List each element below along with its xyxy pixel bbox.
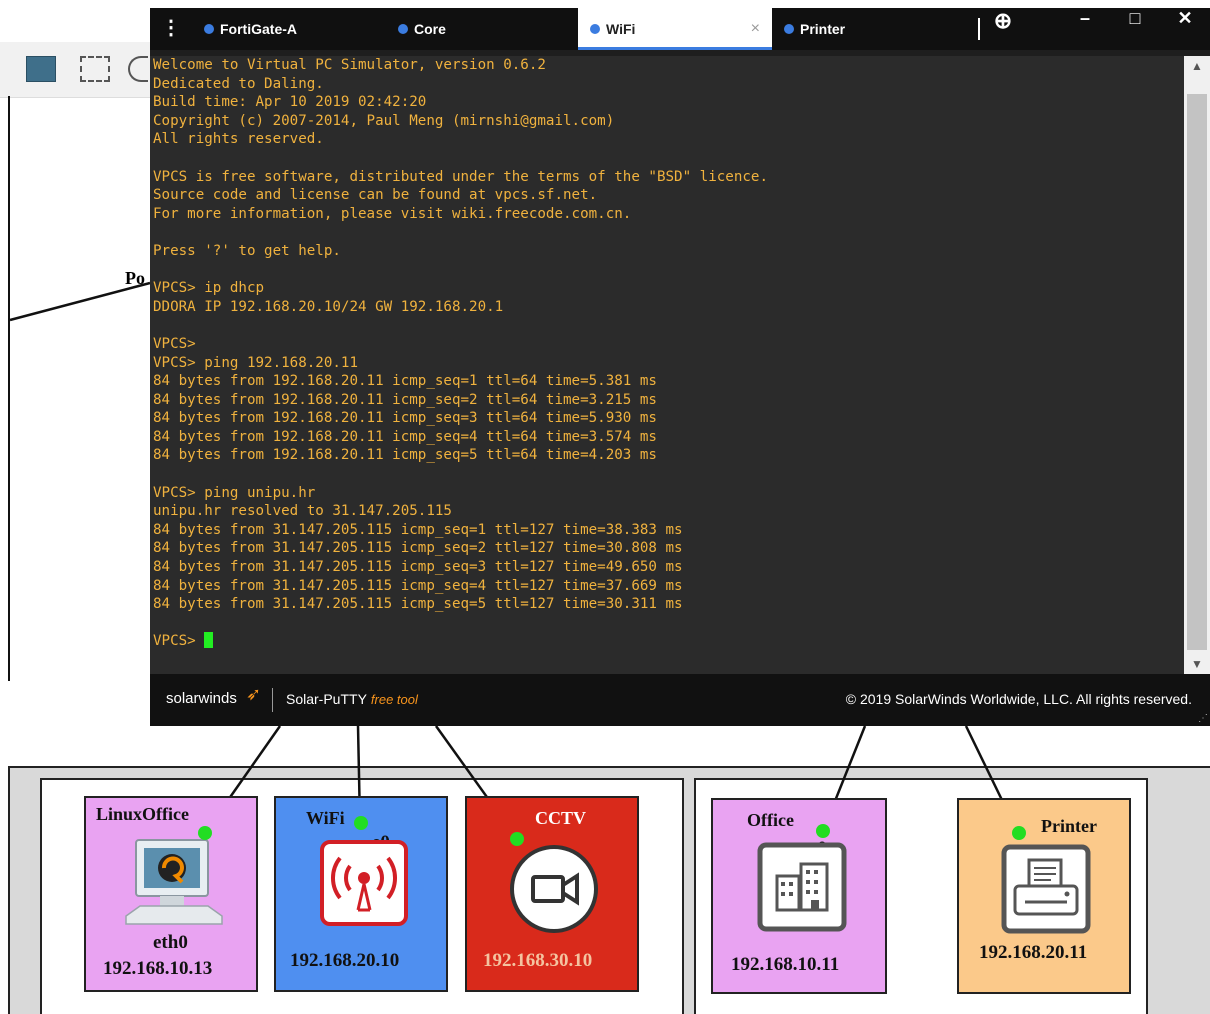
tab-label: Printer <box>800 21 846 37</box>
app-tag: free tool <box>370 692 418 707</box>
session-status-icon <box>590 24 600 34</box>
terminal-line: VPCS> ping 192.168.20.11 <box>153 354 358 371</box>
printer-icon <box>1001 844 1091 934</box>
partial-node-label: Po <box>125 268 145 288</box>
close-window-button[interactable]: ✕ <box>1162 8 1208 50</box>
terminal-line: unipu.hr resolved to 31.147.205.115 <box>153 503 452 520</box>
terminal-line: For more information, please visit wiki.… <box>153 205 632 222</box>
node-linuxoffice[interactable]: LinuxOffice eth0 192.168.10.13 <box>84 796 258 992</box>
node-name: Printer <box>1041 816 1097 836</box>
terminal-line: Welcome to Virtual PC Simulator, version… <box>153 57 546 73</box>
terminal-line: 84 bytes from 31.147.205.115 icmp_seq=1 … <box>153 521 683 538</box>
node-ip: 192.168.10.13 <box>103 958 213 979</box>
tab-printer[interactable]: Printer <box>784 8 964 50</box>
terminal-line: VPCS> ping unipu.hr <box>153 484 316 501</box>
terminal-prompt-line[interactable]: VPCS> <box>150 632 1184 651</box>
office-building-icon <box>757 842 847 932</box>
node-name: CCTV <box>535 808 587 828</box>
node-ip: 192.168.20.11 <box>979 942 1088 963</box>
maximize-button[interactable]: □ <box>1112 8 1158 50</box>
tab-wifi[interactable]: WiFi × <box>578 8 772 50</box>
node-ip: 192.168.30.10 <box>483 950 593 971</box>
node-ip: 192.168.10.11 <box>731 954 840 975</box>
link-status-up <box>198 826 212 840</box>
terminal-line: All rights reserved. <box>153 131 324 148</box>
draw-rectangle-icon[interactable] <box>80 56 110 82</box>
terminal-line: Press '?' to get help. <box>153 242 341 259</box>
camera-icon <box>510 845 598 933</box>
session-status-icon <box>204 24 214 34</box>
port-label: eth0 <box>153 932 188 953</box>
solarwinds-flame-icon: ➶ <box>246 684 262 704</box>
copyright-text: © 2019 SolarWinds Worldwide, LLC. All ri… <box>845 691 1192 707</box>
link-status-up <box>1012 826 1026 840</box>
draw-ellipse-icon[interactable] <box>128 56 148 82</box>
terminal-line: Copyright (c) 2007-2014, Paul Meng (mirn… <box>153 112 615 129</box>
node-office[interactable]: Office e0 192.168.10.11 <box>711 798 887 994</box>
link-status-up <box>354 816 368 830</box>
terminal-line: 84 bytes from 31.147.205.115 icmp_seq=4 … <box>153 577 683 594</box>
status-footer: solarwinds ➶ Solar-PuTTY free tool © 2019… <box>150 674 1210 726</box>
link-status-up <box>816 824 830 838</box>
terminal-line: Dedicated to Daling. <box>153 75 324 92</box>
add-tab-icon[interactable]: ⊕ <box>980 8 1026 50</box>
solar-putty-window[interactable]: ⋮ FortiGate-A Core WiFi × Printer ⊕ – □ … <box>150 8 1210 726</box>
text-cursor <box>204 632 214 649</box>
tab-bar: ⋮ FortiGate-A Core WiFi × Printer ⊕ – □ … <box>150 8 1210 50</box>
footer-divider <box>272 688 273 712</box>
wifi-access-point-icon <box>320 840 408 926</box>
scroll-thumb[interactable] <box>1187 94 1207 650</box>
node-name: LinuxOffice <box>96 804 189 824</box>
node-ip: 192.168.20.10 <box>290 950 400 971</box>
tab-fortigate-a[interactable]: FortiGate-A <box>204 8 384 50</box>
terminal-line: 84 bytes from 192.168.20.11 icmp_seq=4 t… <box>153 428 657 445</box>
solarwinds-logo: solarwinds <box>166 690 237 707</box>
terminal-line: VPCS> ip dhcp <box>153 280 265 297</box>
terminal-scrollbar[interactable]: ▲ ▼ <box>1184 56 1210 674</box>
app-title: Solar-PuTTY free tool <box>286 691 418 707</box>
terminal-prompt: VPCS> <box>153 633 205 650</box>
terminal-line: 84 bytes from 192.168.20.11 icmp_seq=3 t… <box>153 410 657 427</box>
terminal-line: 84 bytes from 31.147.205.115 icmp_seq=5 … <box>153 596 683 613</box>
menu-icon[interactable]: ⋮ <box>158 8 184 50</box>
terminal-line: 84 bytes from 31.147.205.115 icmp_seq=3 … <box>153 559 683 576</box>
tab-core[interactable]: Core <box>398 8 578 50</box>
terminal-line: Build time: Apr 10 2019 02:42:20 <box>153 94 427 111</box>
terminal-line: 84 bytes from 192.168.20.11 icmp_seq=5 t… <box>153 447 657 464</box>
node-name: WiFi <box>306 808 345 828</box>
node-name: Office <box>747 810 794 830</box>
tab-label: FortiGate-A <box>220 21 297 37</box>
computer-icon <box>125 839 223 925</box>
scroll-up-icon[interactable]: ▲ <box>1184 56 1210 76</box>
tab-label: WiFi <box>606 21 636 37</box>
resize-grip-icon[interactable]: ⋰ <box>1198 713 1208 724</box>
tab-label: Core <box>414 21 446 37</box>
terminal-line: Source code and license can be found at … <box>153 187 598 204</box>
app-name: Solar-PuTTY <box>286 691 367 707</box>
terminal-line: VPCS is free software, distributed under… <box>153 168 768 185</box>
scroll-down-icon[interactable]: ▼ <box>1184 654 1210 674</box>
terminal-line: 84 bytes from 31.147.205.115 icmp_seq=2 … <box>153 540 683 557</box>
session-status-icon <box>784 24 794 34</box>
terminal-line: DDORA IP 192.168.20.10/24 GW 192.168.20.… <box>153 298 504 315</box>
minimize-button[interactable]: – <box>1062 8 1108 50</box>
node-printer[interactable]: Printer e0 192.168.20.11 <box>957 798 1131 994</box>
session-status-icon <box>398 24 408 34</box>
link-status-up <box>510 832 524 846</box>
terminal-line: VPCS> <box>153 335 196 352</box>
terminal-line: 84 bytes from 192.168.20.11 icmp_seq=2 t… <box>153 391 657 408</box>
terminal-output[interactable]: Welcome to Virtual PC Simulator, version… <box>150 56 1184 674</box>
insert-picture-icon[interactable] <box>26 56 56 82</box>
topology-link <box>8 96 10 681</box>
terminal-line: 84 bytes from 192.168.20.11 icmp_seq=1 t… <box>153 373 657 390</box>
close-tab-icon[interactable]: × <box>751 8 760 50</box>
node-cctv[interactable]: CCTV e0 192.168.30.10 <box>465 796 639 992</box>
